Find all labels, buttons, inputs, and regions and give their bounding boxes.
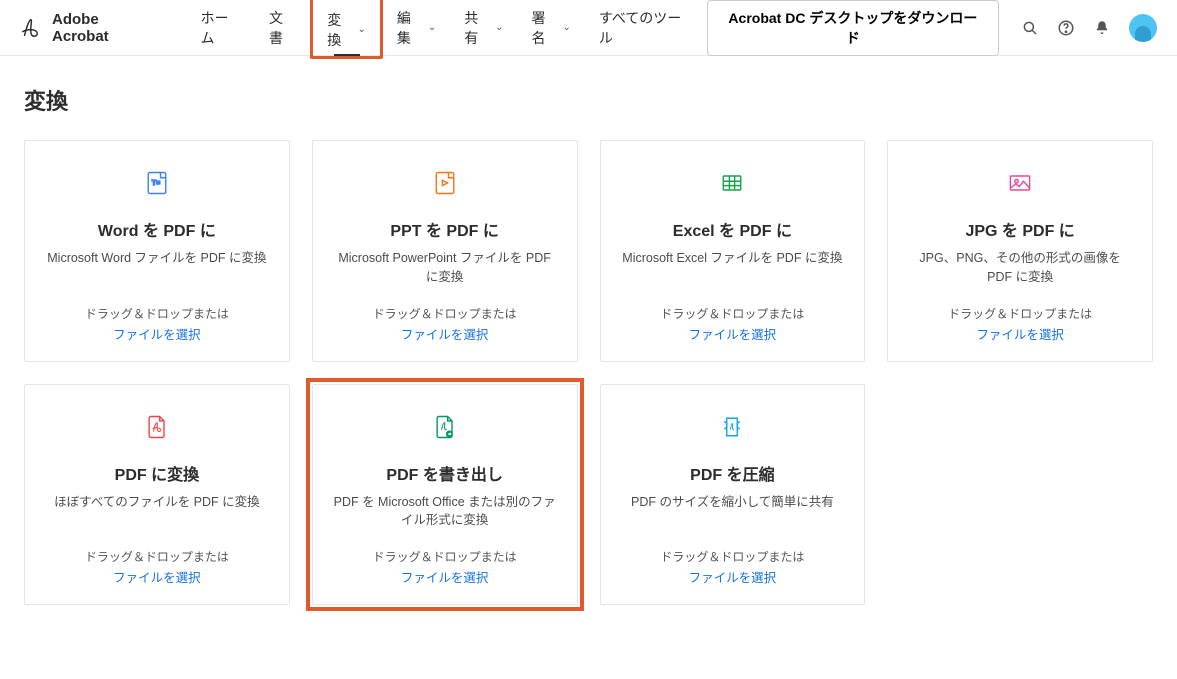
word-file-icon: T≡ [39,163,275,203]
excel-file-icon [615,163,851,203]
card-title: JPG を PDF に [902,217,1138,241]
card-export-pdf-highlight: PDF を書き出し PDF を Microsoft Office または別のファ… [312,384,578,606]
card-title: PPT を PDF に [327,217,563,241]
topbar-actions [1021,14,1157,42]
card-to-pdf[interactable]: PDF に変換 ほぼすべてのファイルを PDF に変換 ドラッグ＆ドロップまたは… [24,384,290,606]
help-icon[interactable] [1057,19,1075,37]
empty-cell [887,384,1153,606]
main-nav: ホーム 文書 変換 ⌄ 編集⌄ 共有⌄ 署名⌄ すべてのツール [187,0,707,59]
select-file-link[interactable]: ファイルを選択 [327,324,563,343]
nav-share[interactable]: 共有⌄ [450,0,517,56]
chevron-down-icon: ⌄ [428,22,436,33]
chevron-down-icon: ⌄ [358,24,366,35]
card-title: PDF を圧縮 [615,461,851,485]
nav-home[interactable]: ホーム [187,0,255,56]
card-title: Excel を PDF に [615,217,851,241]
drag-hint: ドラッグ＆ドロップまたは [39,548,275,565]
card-desc: PDF のサイズを縮小して簡単に共有 [615,493,851,512]
select-file-link[interactable]: ファイルを選択 [39,324,275,343]
card-desc: ほぼすべてのファイルを PDF に変換 [39,493,275,512]
card-word-to-pdf[interactable]: T≡ Word を PDF に Microsoft Word ファイルを PDF… [24,140,290,362]
nav-convert[interactable]: 変換 ⌄ [315,4,378,50]
nav-edit[interactable]: 編集⌄ [383,0,450,56]
page-content: 変換 T≡ Word を PDF に Microsoft Word ファイルを … [0,56,1177,633]
card-jpg-to-pdf[interactable]: JPG を PDF に JPG、PNG、その他の形式の画像を PDF に変換 ド… [887,140,1153,362]
avatar[interactable] [1129,14,1157,42]
nav-convert-highlight: 変換 ⌄ [310,0,383,59]
drag-hint: ドラッグ＆ドロップまたは [615,548,851,565]
card-desc: PDF を Microsoft Office または別のファイル形式に変換 [327,493,563,531]
card-title: PDF を書き出し [327,461,563,485]
select-file-link[interactable]: ファイルを選択 [615,324,851,343]
image-file-icon [902,163,1138,203]
card-title: Word を PDF に [39,217,275,241]
chevron-down-icon: ⌄ [562,22,570,33]
nav-documents[interactable]: 文書 [255,0,310,56]
select-file-link[interactable]: ファイルを選択 [39,567,275,586]
select-file-link[interactable]: ファイルを選択 [327,567,563,586]
card-desc: Microsoft Word ファイルを PDF に変換 [39,249,275,268]
card-export-pdf[interactable]: PDF を書き出し PDF を Microsoft Office または別のファ… [312,384,578,606]
brand: Adobe Acrobat [20,11,157,45]
top-bar: Adobe Acrobat ホーム 文書 変換 ⌄ 編集⌄ 共有⌄ 署名⌄ すべ… [0,0,1177,56]
page-title: 変換 [24,84,1153,116]
bell-icon[interactable] [1093,19,1111,37]
download-desktop-button[interactable]: Acrobat DC デスクトップをダウンロード [707,0,999,56]
acrobat-logo-icon [20,17,42,39]
chevron-down-icon: ⌄ [495,22,503,33]
select-file-link[interactable]: ファイルを選択 [902,324,1138,343]
search-icon[interactable] [1021,19,1039,37]
drag-hint: ドラッグ＆ドロップまたは [615,305,851,322]
nav-active-indicator [334,54,360,56]
card-desc: JPG、PNG、その他の形式の画像を PDF に変換 [902,249,1138,287]
brand-name: Adobe Acrobat [52,11,157,45]
drag-hint: ドラッグ＆ドロップまたは [327,548,563,565]
drag-hint: ドラッグ＆ドロップまたは [902,305,1138,322]
card-ppt-to-pdf[interactable]: PPT を PDF に Microsoft PowerPoint ファイルを P… [312,140,578,362]
card-desc: Microsoft Excel ファイルを PDF に変換 [615,249,851,268]
compress-file-icon [615,407,851,447]
card-desc: Microsoft PowerPoint ファイルを PDF に変換 [327,249,563,287]
nav-sign[interactable]: 署名⌄ [518,0,585,56]
card-title: PDF に変換 [39,461,275,485]
tool-grid: T≡ Word を PDF に Microsoft Word ファイルを PDF… [24,140,1153,605]
svg-text:T≡: T≡ [152,180,160,187]
drag-hint: ドラッグ＆ドロップまたは [327,305,563,322]
drag-hint: ドラッグ＆ドロップまたは [39,305,275,322]
ppt-file-icon [327,163,563,203]
export-file-icon [327,407,563,447]
card-compress-pdf[interactable]: PDF を圧縮 PDF のサイズを縮小して簡単に共有 ドラッグ＆ドロップまたは … [600,384,866,606]
select-file-link[interactable]: ファイルを選択 [615,567,851,586]
nav-all-tools[interactable]: すべてのツール [585,0,707,56]
card-excel-to-pdf[interactable]: Excel を PDF に Microsoft Excel ファイルを PDF … [600,140,866,362]
pdf-file-icon [39,407,275,447]
